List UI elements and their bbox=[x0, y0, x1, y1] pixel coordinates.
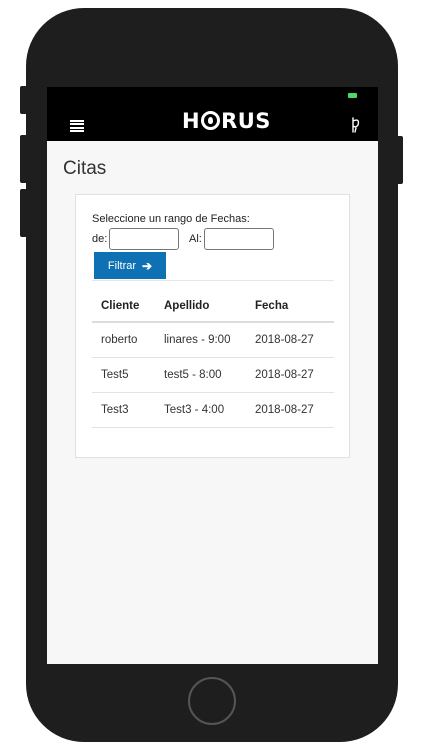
from-date-input[interactable] bbox=[109, 228, 179, 250]
hamburger-menu-icon[interactable] bbox=[70, 120, 84, 132]
header-cliente: Cliente bbox=[101, 300, 140, 312]
cell-apellido: test5 - 8:00 bbox=[164, 369, 222, 381]
table-row: roberto linares - 9:00 2018-08-27 bbox=[92, 323, 334, 358]
cell-cliente: Test3 bbox=[101, 404, 129, 416]
to-date-input[interactable] bbox=[204, 228, 274, 250]
battery-icon bbox=[348, 93, 357, 98]
cell-apellido: Test3 - 4:00 bbox=[164, 404, 225, 416]
header-fecha: Fecha bbox=[255, 300, 289, 312]
app-screen: H RUS Citas Seleccione un rango de Fechas… bbox=[47, 87, 378, 664]
divider bbox=[92, 280, 334, 281]
arrow-right-icon: ➔ bbox=[142, 258, 153, 273]
horus-logo: H RUS bbox=[182, 109, 271, 133]
user-icon[interactable] bbox=[350, 117, 362, 133]
table-row: Test5 test5 - 8:00 2018-08-27 bbox=[92, 358, 334, 393]
cell-apellido: linares - 9:00 bbox=[164, 334, 231, 346]
appointments-table: Cliente Apellido Fecha roberto linares -… bbox=[92, 289, 334, 428]
from-label: de: bbox=[92, 233, 108, 245]
cell-fecha: 2018-08-27 bbox=[255, 369, 314, 381]
cell-cliente: roberto bbox=[101, 334, 138, 346]
cell-cliente: Test5 bbox=[101, 369, 129, 381]
date-range-label: Seleccione un rango de Fechas: bbox=[92, 213, 250, 225]
page-title: Citas bbox=[63, 158, 107, 179]
cell-fecha: 2018-08-27 bbox=[255, 334, 314, 346]
appointments-card: Seleccione un rango de Fechas: de: Al: F… bbox=[75, 194, 350, 458]
cell-fecha: 2018-08-27 bbox=[255, 404, 314, 416]
home-button[interactable] bbox=[188, 677, 236, 725]
table-header-row: Cliente Apellido Fecha bbox=[92, 289, 334, 323]
filter-button[interactable]: Filtrar ➔ bbox=[94, 252, 166, 279]
top-nav-bar: H RUS bbox=[47, 87, 378, 141]
table-row: Test3 Test3 - 4:00 2018-08-27 bbox=[92, 393, 334, 428]
header-apellido: Apellido bbox=[164, 300, 210, 312]
filter-button-label: Filtrar bbox=[107, 259, 137, 272]
to-label: Al: bbox=[189, 233, 202, 245]
